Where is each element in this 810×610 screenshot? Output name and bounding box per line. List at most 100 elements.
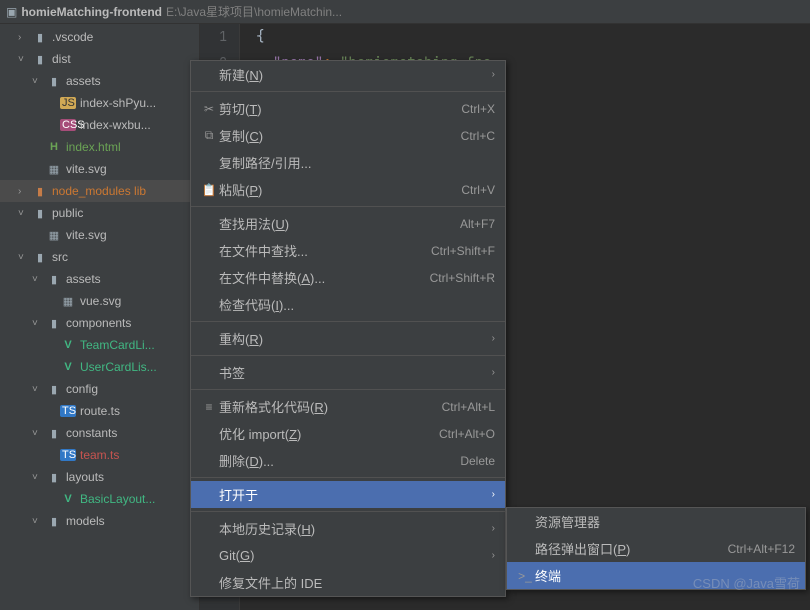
tree-item[interactable]: Hindex.html (0, 136, 199, 158)
tree-item[interactable]: VUserCardLis... (0, 356, 199, 378)
menu-shortcut: Alt+F7 (460, 217, 495, 231)
menu-label: 路径弹出窗口(P) (535, 539, 728, 558)
tree-item[interactable]: ›▮.vscode (0, 26, 199, 48)
menu-label: 查找用法(U) (219, 214, 460, 233)
expand-arrow-icon[interactable]: ˅ (32, 76, 46, 87)
expand-arrow-icon[interactable]: ˅ (32, 516, 46, 527)
expand-arrow-icon[interactable]: ˅ (32, 318, 46, 329)
tree-item-label: src (52, 250, 68, 264)
expand-arrow-icon[interactable]: ˅ (32, 274, 46, 285)
context-menu[interactable]: 新建(N)› ✂剪切(T)Ctrl+X⧉复制(C)Ctrl+C复制路径/引用...… (190, 60, 506, 597)
menu-icon: ⧉ (199, 128, 219, 143)
tree-item[interactable]: ˅▮layouts (0, 466, 199, 488)
expand-arrow-icon[interactable]: › (18, 186, 32, 197)
menu-label: 复制(C) (219, 126, 461, 145)
tree-item-label: config (66, 382, 98, 396)
tree-item[interactable]: TSteam.ts (0, 444, 199, 466)
menu-item[interactable]: 查找用法(U)Alt+F7 (191, 210, 505, 237)
tree-item[interactable]: ˅▮assets (0, 70, 199, 92)
menu-item[interactable]: 优化 import(Z)Ctrl+Alt+O (191, 420, 505, 447)
menu-item[interactable]: 在文件中替换(A)...Ctrl+Shift+R (191, 264, 505, 291)
expand-arrow-icon[interactable]: ˅ (32, 384, 46, 395)
tree-item[interactable]: ▦vue.svg (0, 290, 199, 312)
menu-item[interactable]: 检查代码(I)... (191, 291, 505, 318)
expand-arrow-icon[interactable]: › (18, 32, 32, 43)
tree-item[interactable]: ˅▮config (0, 378, 199, 400)
tree-item-label: models (66, 514, 105, 528)
menu-label: 剪切(T) (219, 99, 461, 118)
tree-item[interactable]: ˅▮models (0, 510, 199, 532)
menu-item[interactable]: 重构(R)› (191, 325, 505, 352)
menu-item[interactable]: 打开于 › (191, 481, 505, 508)
menu-item[interactable]: 修复文件上的 IDE (191, 569, 505, 596)
tree-item[interactable]: ›▮node_modules lib (0, 180, 199, 202)
expand-arrow-icon[interactable]: ˅ (18, 252, 32, 263)
menu-label: 在文件中替换(A)... (219, 268, 430, 287)
menu-label: 重新格式化代码(R) (219, 397, 442, 416)
project-tree[interactable]: ›▮.vscode˅▮dist˅▮assetsJSindex-shPyu...C… (0, 24, 200, 610)
tree-item[interactable]: ▦vite.svg (0, 158, 199, 180)
menu-icon: ≡ (199, 400, 219, 414)
folder-icon: ▣ (6, 5, 17, 19)
tree-item-label: assets (66, 272, 101, 286)
expand-arrow-icon[interactable]: ˅ (32, 428, 46, 439)
tree-item-label: route.ts (80, 404, 120, 418)
menu-shortcut: Ctrl+V (461, 183, 495, 197)
tree-item[interactable]: ▦vite.svg (0, 224, 199, 246)
menu-label: 粘贴(P) (219, 180, 461, 199)
menu-label: 优化 import(Z) (219, 424, 439, 443)
tree-item[interactable]: ˅▮public (0, 202, 199, 224)
menu-item[interactable]: 在文件中查找...Ctrl+Shift+F (191, 237, 505, 264)
tree-item[interactable]: ˅▮components (0, 312, 199, 334)
tree-item[interactable]: VBasicLayout... (0, 488, 199, 510)
submenu-arrow-icon: › (492, 367, 495, 378)
menu-item[interactable]: Git(G)› (191, 542, 505, 569)
submenu-arrow-icon: › (492, 69, 495, 80)
menu-shortcut: Ctrl+Alt+L (442, 400, 495, 414)
menu-icon: ✂ (199, 102, 219, 116)
tree-item[interactable]: ˅▮dist (0, 48, 199, 70)
project-header: ▣ homieMatching-frontend E:\Java星球项目\hom… (0, 0, 810, 24)
tree-item-label: layouts (66, 470, 104, 484)
tree-item-label: .vscode (52, 30, 93, 44)
tree-item-label: constants (66, 426, 117, 440)
tree-item-label: index-wxbu... (80, 118, 151, 132)
menu-item[interactable]: ≡重新格式化代码(R)Ctrl+Alt+L (191, 393, 505, 420)
tree-item[interactable]: ˅▮assets (0, 268, 199, 290)
menu-label: Git(G) (219, 548, 486, 563)
menu-label: 书签 (219, 363, 486, 382)
menu-shortcut: Ctrl+Alt+O (439, 427, 495, 441)
menu-label: 删除(D)... (219, 451, 460, 470)
menu-item[interactable]: 删除(D)...Delete (191, 447, 505, 474)
menu-item[interactable]: 书签 › (191, 359, 505, 386)
menu-item[interactable]: ⧉复制(C)Ctrl+C (191, 122, 505, 149)
tree-item-label: index-shPyu... (80, 96, 156, 110)
menu-item[interactable]: 新建(N)› (191, 61, 505, 88)
tree-item-label: assets (66, 74, 101, 88)
tree-item-label: dist (52, 52, 71, 66)
menu-item[interactable]: 复制路径/引用... (191, 149, 505, 176)
expand-arrow-icon[interactable]: ˅ (18, 54, 32, 65)
menu-item[interactable]: 📋粘贴(P)Ctrl+V (191, 176, 505, 203)
tree-item-label: components (66, 316, 131, 330)
tree-item-label: TeamCardLi... (80, 338, 155, 352)
tree-item-label: node_modules lib (52, 184, 146, 198)
tree-item[interactable]: ˅▮constants (0, 422, 199, 444)
watermark: CSDN @Java雪荷 (693, 573, 800, 592)
menu-item[interactable]: ✂剪切(T)Ctrl+X (191, 95, 505, 122)
tree-item[interactable]: ˅▮src (0, 246, 199, 268)
menu-label: 打开于 (219, 485, 486, 504)
submenu-item[interactable]: 资源管理器 (507, 508, 805, 535)
tree-item[interactable]: JSindex-shPyu... (0, 92, 199, 114)
project-path: E:\Java星球项目\homieMatchin... (166, 3, 342, 20)
tree-item[interactable]: CSSindex-wxbu... (0, 114, 199, 136)
tree-item[interactable]: TSroute.ts (0, 400, 199, 422)
menu-icon: 📋 (199, 183, 219, 197)
submenu-arrow-icon: › (492, 489, 495, 500)
tree-item-label: public (52, 206, 83, 220)
menu-item[interactable]: 本地历史记录(H)› (191, 515, 505, 542)
submenu-item[interactable]: 路径弹出窗口(P)Ctrl+Alt+F12 (507, 535, 805, 562)
tree-item[interactable]: VTeamCardLi... (0, 334, 199, 356)
expand-arrow-icon[interactable]: ˅ (32, 472, 46, 483)
expand-arrow-icon[interactable]: ˅ (18, 208, 32, 219)
